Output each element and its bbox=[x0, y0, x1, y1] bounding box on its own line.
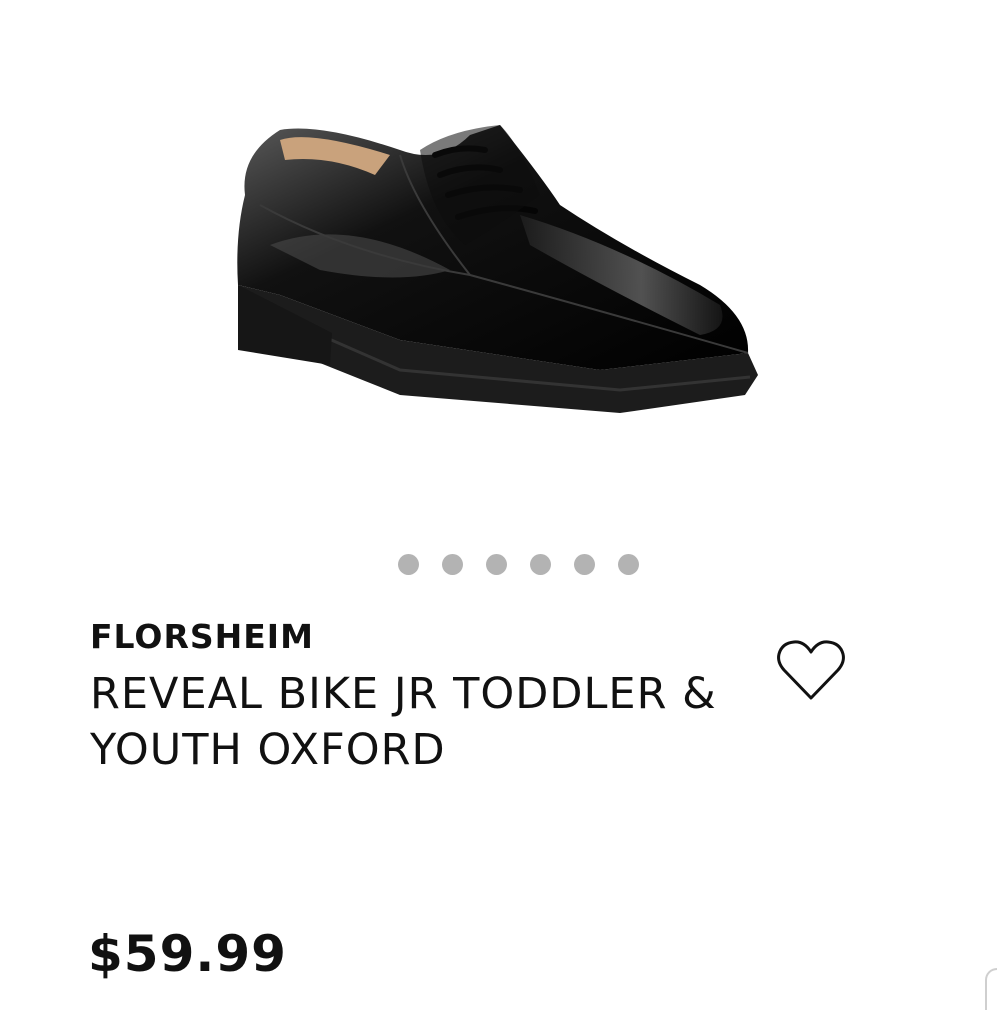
heart-outline-icon bbox=[777, 640, 845, 700]
carousel-dot[interactable] bbox=[486, 554, 507, 575]
wishlist-button[interactable] bbox=[774, 632, 848, 706]
carousel-dot[interactable] bbox=[574, 554, 595, 575]
carousel-dot[interactable] bbox=[442, 554, 463, 575]
product-title: REVEAL BIKE JR TODDLER & YOUTH OXFORD bbox=[90, 669, 717, 775]
scroll-indicator bbox=[985, 968, 997, 1010]
product-image-carousel[interactable] bbox=[0, 0, 997, 520]
product-shoe-image bbox=[237, 125, 758, 413]
carousel-pagination bbox=[398, 554, 639, 575]
carousel-dot[interactable] bbox=[398, 554, 419, 575]
product-price: $59.99 bbox=[88, 925, 287, 983]
product-brand[interactable]: FLORSHEIM bbox=[90, 617, 314, 656]
carousel-dot[interactable] bbox=[530, 554, 551, 575]
carousel-dot[interactable] bbox=[618, 554, 639, 575]
